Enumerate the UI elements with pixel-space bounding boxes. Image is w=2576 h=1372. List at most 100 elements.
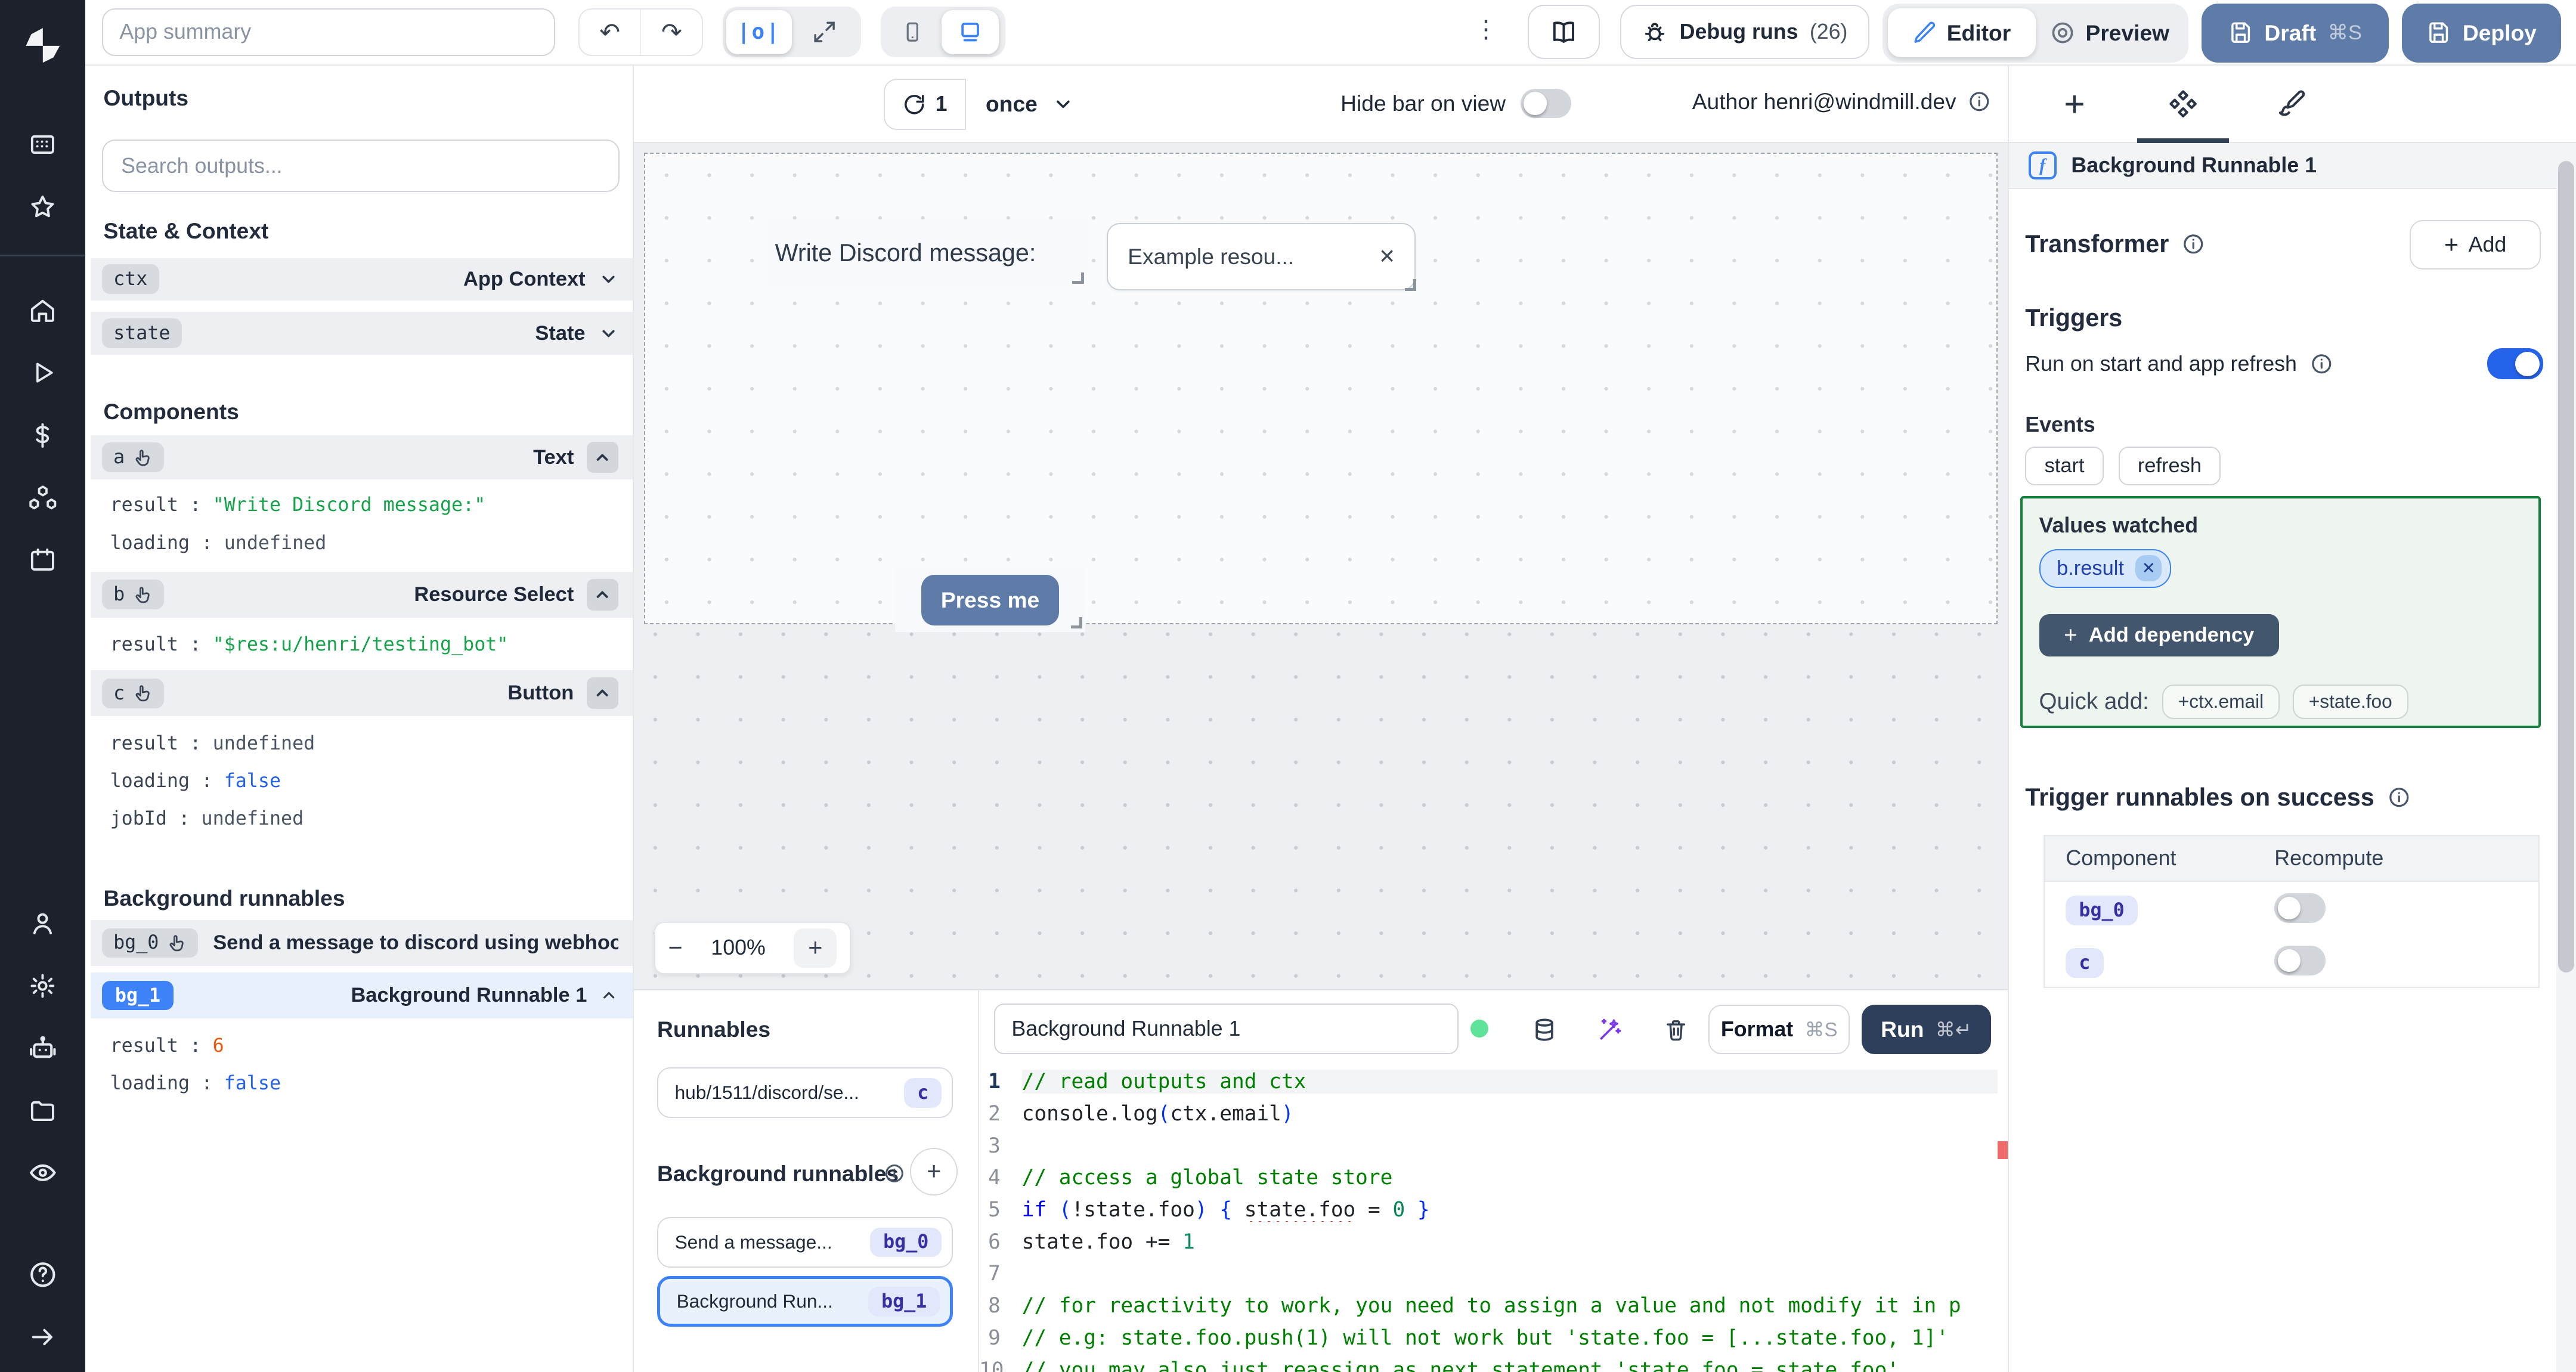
kv-row[interactable]: loading: false xyxy=(110,762,623,800)
text-component-a[interactable]: Write Discord message: xyxy=(768,219,1088,287)
deploy-button[interactable]: Deploy xyxy=(2401,3,2562,63)
quick-add-ctx-email[interactable]: +ctx.email xyxy=(2162,685,2280,719)
folders-icon[interactable] xyxy=(0,1079,85,1142)
code-line[interactable]: 10// you may also just reassign as next … xyxy=(979,1354,1998,1372)
recompute-mode-dropdown[interactable]: once xyxy=(986,79,1073,129)
runnable-item-bg1-selected[interactable]: Background Run... bg_1 xyxy=(657,1275,953,1327)
info-icon[interactable] xyxy=(1968,90,1991,113)
audit-eye-icon[interactable] xyxy=(0,1142,85,1204)
docs-book-button[interactable] xyxy=(1528,5,1600,60)
editor-overview-ruler[interactable] xyxy=(1998,1066,2008,1372)
info-icon[interactable] xyxy=(884,1163,905,1184)
variables-dollar-icon[interactable] xyxy=(0,404,85,467)
resources-hub-icon[interactable] xyxy=(0,466,85,529)
chevron-up-icon[interactable] xyxy=(587,442,618,473)
help-icon[interactable] xyxy=(0,1244,85,1306)
scrollbar-thumb[interactable] xyxy=(2558,160,2575,973)
runnable-item-bg0[interactable]: Send a message... bg_0 xyxy=(657,1216,953,1268)
code-line[interactable]: 2 console.log(ctx.email) xyxy=(979,1098,1998,1130)
kv-row[interactable]: result: "$res:u/henri/testing_bot" xyxy=(110,626,623,664)
settings-gear-icon[interactable] xyxy=(0,955,85,1017)
kv-row[interactable]: result: undefined xyxy=(110,724,623,762)
zoom-in-button[interactable]: + xyxy=(794,928,837,968)
code-line[interactable]: 4// access a global state store xyxy=(979,1162,1998,1194)
resize-handle[interactable] xyxy=(1404,279,1416,291)
cache-database-icon[interactable] xyxy=(1526,1011,1562,1048)
kv-row[interactable]: result: "Write Discord message:" xyxy=(110,487,623,524)
expand-rail-arrow-icon[interactable] xyxy=(0,1306,85,1368)
recompute-toggle-c[interactable] xyxy=(2274,946,2326,975)
component-row-a[interactable]: a Text xyxy=(90,435,633,480)
tab-preview[interactable]: Preview xyxy=(2036,8,2184,58)
chevron-up-icon[interactable] xyxy=(587,677,618,709)
tab-component-settings[interactable] xyxy=(2137,66,2229,144)
kv-row[interactable]: jobId: undefined xyxy=(110,800,623,838)
tab-editor[interactable]: Editor xyxy=(1887,8,2036,58)
app-grid-container[interactable]: Write Discord message: Example resou... … xyxy=(643,153,1998,632)
draft-button[interactable]: Draft ⌘S xyxy=(2201,3,2389,63)
desktop-view-button[interactable] xyxy=(941,10,999,54)
refresh-count-button[interactable]: 1 xyxy=(884,79,966,130)
clear-select-icon[interactable]: × xyxy=(1379,241,1395,271)
event-chip-start[interactable]: start xyxy=(2025,447,2104,486)
debug-runs-button[interactable]: Debug runs (26) xyxy=(1620,5,1870,60)
mobile-view-button[interactable] xyxy=(884,10,941,54)
component-row-b[interactable]: b Resource Select xyxy=(90,571,633,618)
code-line[interactable]: 7 xyxy=(979,1258,1998,1290)
kv-row[interactable]: result:6 xyxy=(110,1027,623,1064)
quick-add-state-foo[interactable]: +state.foo xyxy=(2292,685,2408,719)
redo-button[interactable]: ↷ xyxy=(640,9,702,55)
button-component-c[interactable]: Press me xyxy=(894,568,1086,632)
kv-row[interactable]: loading: undefined xyxy=(110,524,623,562)
runs-play-icon[interactable] xyxy=(0,342,85,404)
home-icon[interactable] xyxy=(0,279,85,342)
workers-robot-icon[interactable] xyxy=(0,1017,85,1079)
center-layout-button[interactable]: |o| xyxy=(726,10,792,54)
ai-wand-icon[interactable] xyxy=(1592,1011,1628,1048)
user-icon[interactable] xyxy=(0,892,85,955)
code-line[interactable]: 8// for reactivity to work, you need to … xyxy=(979,1290,1998,1322)
resize-handle[interactable] xyxy=(1070,617,1082,629)
apps-icon[interactable] xyxy=(0,113,85,176)
search-outputs-input[interactable] xyxy=(101,140,620,193)
chevron-down-icon[interactable] xyxy=(599,270,618,289)
chevron-up-icon[interactable] xyxy=(600,986,618,1004)
event-chip-refresh[interactable]: refresh xyxy=(2118,447,2221,486)
run-button[interactable]: Run ⌘↵ xyxy=(1861,1005,1992,1054)
info-icon[interactable] xyxy=(2388,786,2411,809)
kv-row[interactable]: loading: false xyxy=(110,1064,623,1102)
windmill-logo-icon[interactable] xyxy=(0,15,85,78)
more-menu-button[interactable]: ⋮ xyxy=(1473,15,1498,44)
add-dependency-button[interactable]: + Add dependency xyxy=(2039,614,2279,657)
code-line[interactable]: 6 state.foo += 1 xyxy=(979,1226,1998,1258)
code-line[interactable]: 3 xyxy=(979,1130,1998,1162)
format-button[interactable]: Format ⌘S xyxy=(1708,1005,1850,1054)
add-background-runnable-button[interactable]: + xyxy=(910,1148,958,1196)
code-line[interactable]: 1// read outputs and ctx xyxy=(979,1066,1998,1098)
runnable-item-hub[interactable]: hub/1511/discord/se... c xyxy=(657,1067,953,1119)
resource-select-component-b[interactable]: Example resou... × xyxy=(1107,222,1416,291)
expand-layout-button[interactable] xyxy=(792,10,857,54)
recompute-toggle-bg0[interactable] xyxy=(2274,893,2326,923)
code-line[interactable]: 9// e.g: state.foo.push(1) will not work… xyxy=(979,1322,1998,1354)
zoom-out-button[interactable]: − xyxy=(668,934,683,962)
code-line[interactable]: 5 if (!state.foo) { state.foo = 0 } xyxy=(979,1194,1998,1226)
right-panel-scrollbar[interactable] xyxy=(2556,143,2576,1372)
output-row-ctx[interactable]: ctx App Context xyxy=(90,258,633,301)
runnable-row-bg1[interactable]: bg_1 Background Runnable 1 xyxy=(90,973,633,1019)
chevron-up-icon[interactable] xyxy=(587,579,618,611)
info-icon[interactable] xyxy=(2310,352,2333,376)
delete-trash-icon[interactable] xyxy=(1658,1011,1694,1048)
watched-value-chip[interactable]: b.result ✕ xyxy=(2039,549,2172,588)
tab-insert-component[interactable]: + xyxy=(2042,66,2107,142)
schedules-calendar-icon[interactable] xyxy=(0,529,85,591)
info-icon[interactable] xyxy=(2182,233,2205,256)
remove-watched-icon[interactable]: ✕ xyxy=(2135,555,2162,582)
press-me-button[interactable]: Press me xyxy=(921,574,1060,625)
app-summary-input[interactable] xyxy=(101,8,556,56)
resize-handle[interactable] xyxy=(1072,272,1084,284)
add-transformer-button[interactable]: + Add xyxy=(2409,220,2541,270)
canvas-area[interactable]: Write Discord message: Example resou... … xyxy=(634,143,2008,989)
chevron-down-icon[interactable] xyxy=(599,324,618,343)
component-row-c[interactable]: c Button xyxy=(90,670,633,717)
